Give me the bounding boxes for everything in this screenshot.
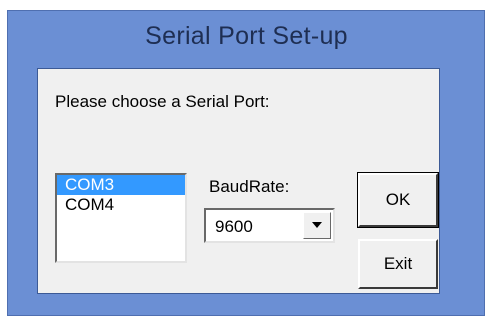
exit-button[interactable]: Exit (358, 239, 438, 289)
port-list-item-com4[interactable]: COM4 (57, 195, 185, 215)
baud-rate-value: 9600 (215, 217, 253, 236)
port-list-item-com3[interactable]: COM3 (57, 175, 185, 195)
triangle-down-icon (312, 222, 322, 228)
ok-button[interactable]: OK (357, 172, 439, 228)
baud-rate-dropdown-button[interactable] (303, 212, 331, 239)
baud-rate-label: BaudRate: (209, 177, 290, 196)
window-title: Serial Port Set-up (145, 22, 348, 50)
baud-rate-combobox[interactable]: 9600 (204, 208, 335, 243)
port-prompt-label: Please choose a Serial Port: (55, 92, 270, 111)
serial-port-listbox[interactable]: COM3 COM4 (55, 173, 187, 263)
